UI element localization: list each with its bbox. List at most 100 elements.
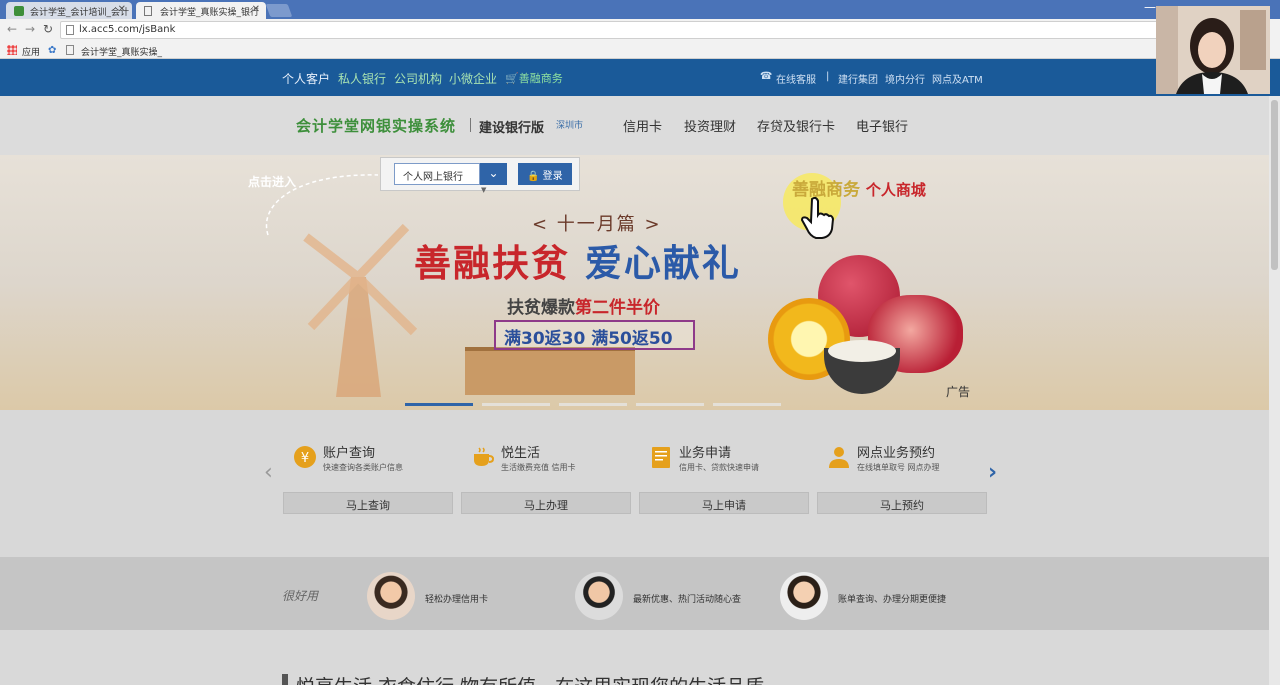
nav-outlets-atm[interactable]: 网点及ATM bbox=[932, 71, 983, 86]
nav-small-business[interactable]: 小微企业 bbox=[449, 70, 497, 87]
nav-domestic-branch[interactable]: 境内分行 bbox=[885, 71, 925, 86]
login-button[interactable]: 🔒 登录 bbox=[518, 163, 572, 185]
tab-title: 会计学堂_会计培训_会计 bbox=[30, 8, 130, 18]
nav-personal[interactable]: 个人客户 bbox=[282, 70, 330, 87]
scrollbar-thumb[interactable] bbox=[1271, 100, 1278, 270]
caret-down-icon: ▼ bbox=[481, 186, 487, 194]
chevron-down-icon[interactable]: ⌄ bbox=[480, 163, 507, 185]
avatar bbox=[575, 572, 623, 620]
banner-promo: 满30返30 满50返50 bbox=[494, 320, 695, 350]
bookmarks-bar: 应用 ✿ 会计学堂_真账实操_ bbox=[0, 41, 1280, 59]
apps-grid-icon[interactable] bbox=[7, 45, 17, 55]
page-scrollbar[interactable] bbox=[1269, 96, 1280, 685]
browser-tabstrip: 会计学堂_会计培训_会计 ✕ 会计学堂_真账实操_银行 ✕ — bbox=[0, 0, 1280, 19]
click-hint-label: 点击进入 bbox=[248, 175, 297, 189]
address-bar[interactable]: lx.acc5.com/jsBank bbox=[60, 21, 1160, 39]
banner-headline: 善融扶贫 爱心献礼 bbox=[414, 233, 741, 287]
nav-ccb-group[interactable]: 建行集团 bbox=[838, 71, 878, 86]
service-headset-icon: ☎ bbox=[760, 71, 773, 82]
carousel-dot[interactable] bbox=[482, 403, 550, 406]
avatar bbox=[367, 572, 415, 620]
slogan-section: 悦享生活 衣食住行 物有所值，在这里实现您的生活品质 bbox=[0, 630, 1280, 685]
headline-part-1: 善融扶贫 bbox=[414, 241, 570, 285]
service-title: 网点业务预约 bbox=[857, 446, 936, 461]
quick-services: ‹ ¥ 账户查询 快速查询各类账户信息 马上查询 悦生活 生活缴费充值 信用卡 … bbox=[0, 410, 1280, 557]
bookmark-flower-icon[interactable]: ✿ bbox=[48, 45, 56, 56]
nav-e-banking[interactable]: 电子银行 bbox=[856, 116, 908, 135]
new-tab-button[interactable] bbox=[265, 4, 293, 17]
service-button[interactable]: 马上查询 bbox=[283, 492, 453, 514]
good-use-strip: 很好用 轻松办理信用卡 最新优惠、热门活动随心查 账单查询、办理分期更便捷 bbox=[0, 557, 1280, 630]
service-button[interactable]: 马上预约 bbox=[817, 492, 987, 514]
cart-icon: 🛒 bbox=[505, 72, 519, 85]
barn-illustration bbox=[465, 347, 635, 395]
nav-separator: | bbox=[826, 71, 830, 82]
service-title: 悦生活 bbox=[501, 446, 541, 461]
site-header: 会计学堂网银实操系统 建设银行版 深圳市 信用卡 投资理财 存贷及银行卡 电子银… bbox=[0, 96, 1280, 155]
site-favicon-icon bbox=[14, 6, 24, 16]
tab-close-icon[interactable]: ✕ bbox=[252, 4, 260, 15]
carousel-dot[interactable] bbox=[559, 403, 627, 406]
nav-credit-card[interactable]: 信用卡 bbox=[623, 116, 662, 135]
service-title: 账户查询 bbox=[323, 446, 376, 461]
coffee-cup-icon bbox=[474, 447, 495, 466]
slogan-accent-bar bbox=[282, 674, 288, 685]
chevron-left-icon[interactable]: ‹ bbox=[264, 460, 273, 485]
nav-shop-link[interactable]: 🛒善融商务 bbox=[505, 70, 563, 86]
shop-subtitle: 个人商城 bbox=[865, 181, 926, 199]
city-selector[interactable]: 深圳市 bbox=[556, 118, 583, 131]
login-type-select[interactable]: 个人网上银行 bbox=[394, 163, 480, 185]
reload-icon[interactable]: ↻ bbox=[43, 22, 53, 36]
good-use-text: 最新优惠、热门活动随心查 bbox=[633, 595, 742, 605]
banner-subline: 扶贫爆款第二件半价 bbox=[507, 293, 660, 318]
carousel-dot[interactable] bbox=[405, 403, 473, 406]
carousel-dot[interactable] bbox=[636, 403, 704, 406]
lock-icon: 🔒 bbox=[527, 171, 540, 182]
nav-corporate[interactable]: 公司机构 bbox=[394, 70, 442, 87]
nav-deposit-loan[interactable]: 存贷及银行卡 bbox=[757, 116, 835, 135]
good-use-label: 很好用 bbox=[282, 589, 319, 603]
page-info-icon[interactable] bbox=[66, 25, 74, 35]
browser-tab-2[interactable]: 会计学堂_真账实操_银行 ✕ bbox=[136, 2, 266, 19]
back-arrow-icon[interactable]: ← bbox=[7, 22, 17, 36]
edition-label: 建设银行版 bbox=[479, 121, 545, 136]
svg-text:¥: ¥ bbox=[301, 451, 309, 466]
bookmark-apps[interactable]: 应用 bbox=[22, 45, 40, 58]
windmill-illustration bbox=[303, 223, 418, 397]
page-favicon-icon bbox=[144, 6, 152, 16]
yen-coin-icon: ¥ bbox=[294, 446, 316, 468]
carousel-dot[interactable] bbox=[713, 403, 781, 406]
promo-banner[interactable]: 点击进入 个人网上银行 ⌄ 🔒 登录 ▼ 善融商务 个人商城 < 十一月篇 > … bbox=[0, 155, 1280, 410]
nav-online-service[interactable]: 在线客服 bbox=[776, 71, 816, 86]
login-panel: 个人网上银行 ⌄ 🔒 登录 ▼ bbox=[380, 157, 580, 194]
login-button-label: 登录 bbox=[542, 171, 563, 182]
rice-bowl-illustration bbox=[824, 340, 900, 394]
service-button[interactable]: 马上办理 bbox=[461, 492, 631, 514]
slogan-text: 悦享生活 衣食住行 物有所值，在这里实现您的生活品质 bbox=[296, 672, 764, 685]
tab-close-icon[interactable]: ✕ bbox=[118, 4, 126, 15]
site-logo[interactable]: 会计学堂网银实操系统 bbox=[296, 115, 456, 136]
service-button[interactable]: 马上申请 bbox=[639, 492, 809, 514]
forward-arrow-icon[interactable]: → bbox=[25, 22, 35, 36]
site-top-nav: 个人客户 私人银行 公司机构 小微企业 🛒善融商务 ☎ 在线客服 | 建行集团 … bbox=[0, 59, 1280, 96]
ad-label: 广告 bbox=[946, 385, 971, 399]
nav-investment[interactable]: 投资理财 bbox=[684, 116, 736, 135]
service-desc: 在线填单取号 网点办理 bbox=[857, 463, 940, 472]
good-use-text: 账单查询、办理分期更便捷 bbox=[838, 595, 947, 605]
bookmark-item[interactable]: 会计学堂_真账实操_ bbox=[81, 45, 162, 58]
service-desc: 生活缴费充值 信用卡 bbox=[501, 463, 576, 472]
service-desc: 信用卡、贷款快速申请 bbox=[679, 463, 759, 472]
subline-part-2: 第二件半价 bbox=[575, 298, 660, 318]
shop-link-label: 善融商务 bbox=[518, 72, 563, 85]
chevron-right-icon[interactable]: › bbox=[988, 460, 997, 485]
logo-divider bbox=[470, 118, 471, 132]
browser-tab-1[interactable]: 会计学堂_会计培训_会计 ✕ bbox=[6, 2, 132, 19]
tab-title: 会计学堂_真账实操_银行 bbox=[160, 8, 260, 18]
service-desc: 快速查询各类账户信息 bbox=[323, 463, 403, 472]
subline-part-1: 扶贫爆款 bbox=[507, 298, 575, 318]
service-title: 业务申请 bbox=[679, 446, 732, 461]
nav-private-bank[interactable]: 私人银行 bbox=[338, 70, 386, 87]
hand-pointer-icon bbox=[800, 196, 834, 239]
presenter-video-image bbox=[1156, 6, 1270, 94]
browser-toolbar: ← → ↻ lx.acc5.com/jsBank bbox=[0, 19, 1280, 41]
